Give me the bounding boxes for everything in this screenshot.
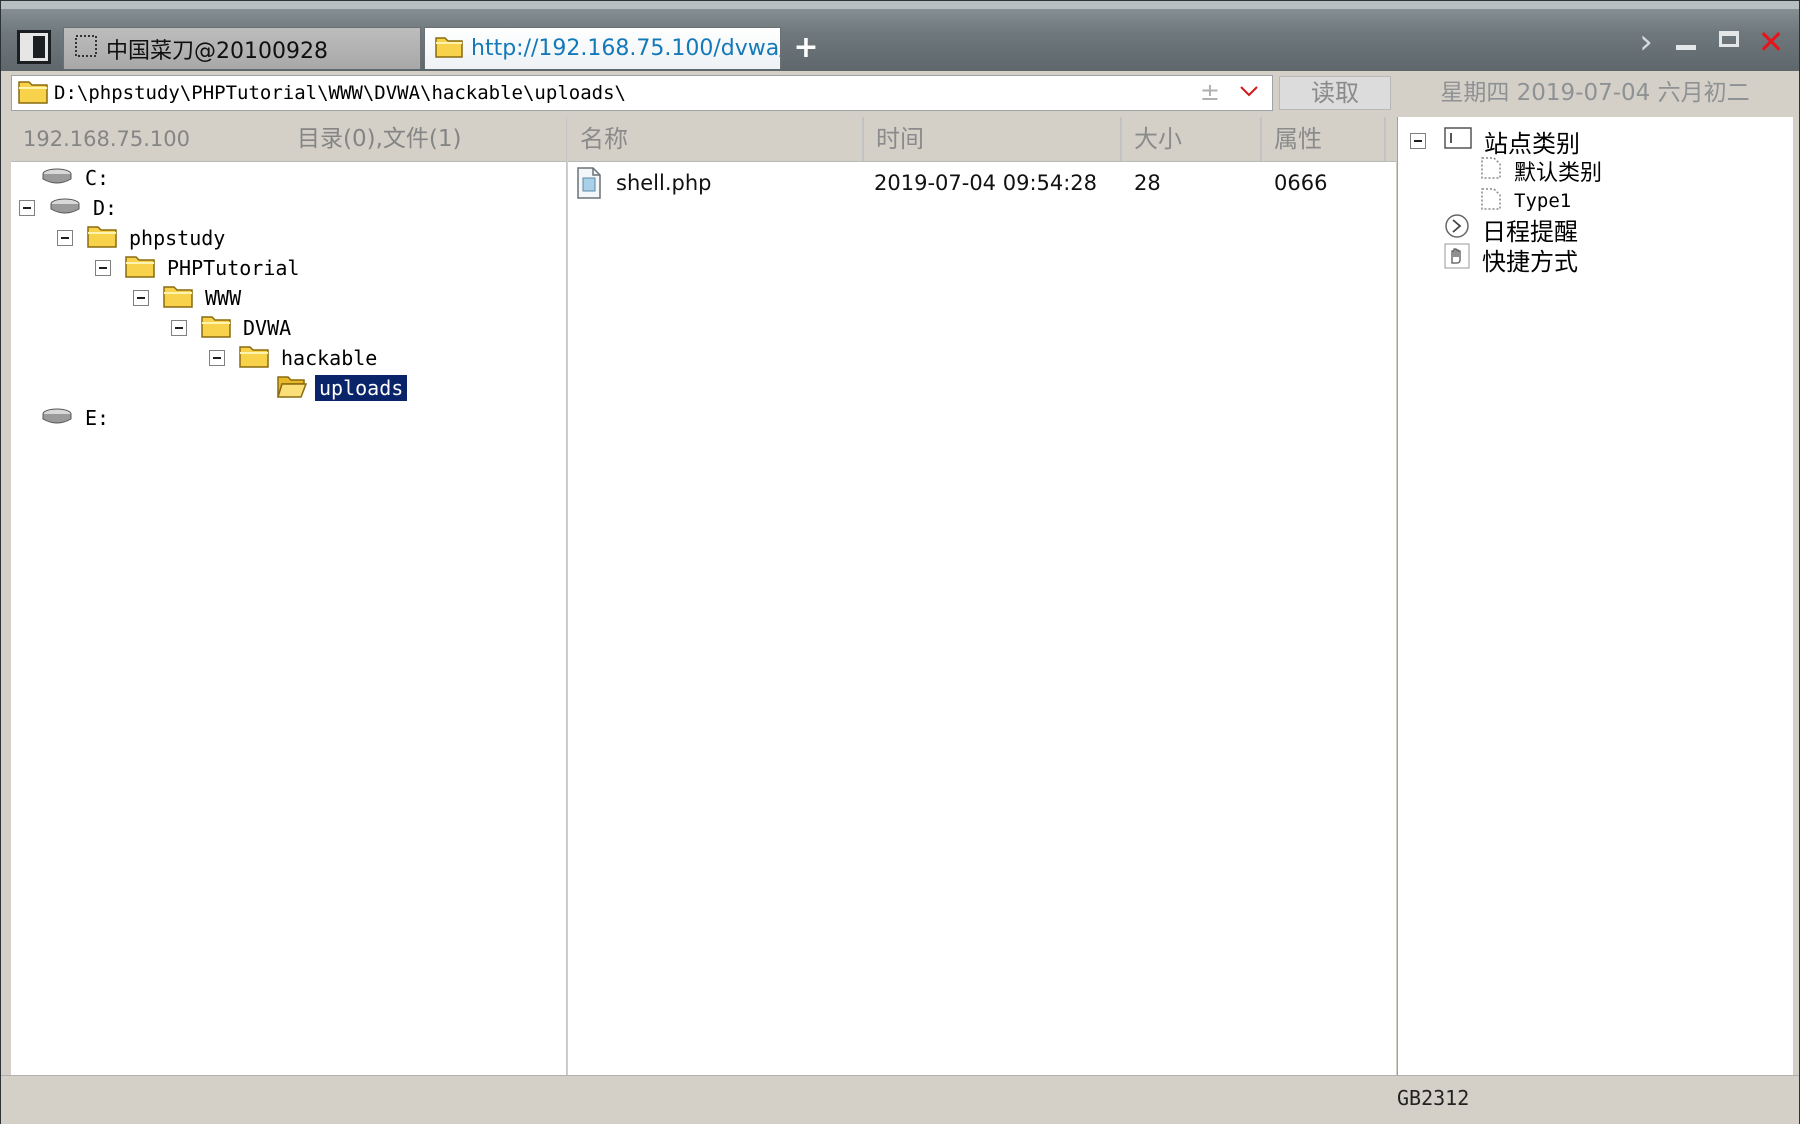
tree-label: 默认类别 [1514,161,1603,186]
tree-label: 站点类别 [1484,129,1580,158]
title-strip [1,1,1799,9]
file-time: 2019-07-04 09:54:28 [874,171,1098,195]
chevron-down-icon[interactable] [1238,80,1260,102]
tree-node-www[interactable]: WWW [133,283,245,313]
tree-node-c[interactable]: C: [41,163,113,193]
column-header-name[interactable]: 名称 [568,117,864,161]
file-name: shell.php [616,171,712,195]
file-list-pane: 名称 时间 大小 属性 shell.php 2019-07-04 09:54:2… [568,117,1396,1075]
tree-label: Type1 [1514,190,1572,212]
folder-icon [239,344,269,373]
collapse-icon[interactable] [57,230,73,246]
dir-file-count: 目录(0),文件(1) [297,126,462,152]
tree-node-d[interactable]: D: [19,193,121,223]
folder-icon [87,224,117,253]
tree-label: C: [85,166,110,190]
file-size: 28 [1134,171,1161,195]
tree-label: hackable [281,346,378,370]
minimize-icon[interactable] [1667,25,1703,61]
tab-remote-files[interactable]: http://192.168.75.100/dvwa/... [424,27,781,69]
tree-label: DVWA [243,316,292,340]
column-header-attr[interactable]: 属性 [1262,117,1386,161]
forward-icon[interactable]: › [1631,25,1661,61]
path-input[interactable]: D:\phpstudy\PHPTutorial\WWW\DVWA\hackabl… [11,75,1273,111]
directory-pane: 192.168.75.100 目录(0),文件(1) C: D: phpstud… [11,117,567,1075]
schedule-node[interactable]: 日程提醒 [1444,213,1578,246]
directory-header: 192.168.75.100 目录(0),文件(1) [11,117,566,162]
default-category-node[interactable]: 默认类别 [1480,155,1602,187]
tree-label: 快捷方式 [1482,247,1578,276]
collapse-icon[interactable] [171,320,187,336]
tree-node-hackable[interactable]: hackable [209,343,381,373]
read-button[interactable]: 读取 [1279,76,1391,110]
app-window: 中国菜刀@20100928 http://192.168.75.100/dvwa… [0,0,1800,1124]
sidebar-toggle-icon[interactable] [17,30,51,64]
category-icon [1444,126,1472,156]
tree-node-e[interactable]: E: [41,403,113,433]
site-category-node[interactable]: 站点类别 [1410,125,1580,158]
open-folder-icon [276,374,308,403]
tree-node-uploads[interactable]: uploads [276,373,409,403]
file-list-header: 名称 时间 大小 属性 [568,117,1396,162]
drive-icon [49,196,81,221]
tree-node-phpstudy[interactable]: phpstudy [57,223,229,253]
site-pane: 站点类别 默认类别 Type1 日程提醒 快捷方式 [1397,117,1793,1075]
tab-label: http://192.168.75.100/dvwa/... [471,36,781,61]
tab-label: 中国菜刀@20100928 [106,38,328,64]
tree-label: phpstudy [129,226,226,250]
folder-icon [125,254,155,283]
encoding-label[interactable]: GB2312 [1397,1086,1469,1110]
add-tab-button[interactable]: + [791,31,821,65]
column-header-size[interactable]: 大小 [1122,117,1262,161]
tree-node-phptutorial[interactable]: PHPTutorial [95,253,303,283]
file-attr: 0666 [1274,171,1328,195]
host-label: 192.168.75.100 [23,127,190,151]
dotted-square-icon [74,34,98,64]
folder-icon [163,284,193,313]
close-icon[interactable]: ✕ [1753,25,1789,61]
clock-icon [1444,213,1470,245]
hand-icon [1444,243,1470,275]
shortcuts-node[interactable]: 快捷方式 [1444,243,1578,276]
collapse-icon[interactable] [1410,133,1426,149]
collapse-icon[interactable] [19,200,35,216]
plus-minus-icon[interactable]: ± [1200,78,1220,106]
folder-icon [201,314,231,343]
tree-label: WWW [205,286,242,310]
tree-label: uploads [313,374,409,402]
tab-bar: 中国菜刀@20100928 http://192.168.75.100/dvwa… [1,1,1799,71]
collapse-icon[interactable] [209,350,225,366]
tree-node-dvwa[interactable]: DVWA [171,313,295,343]
column-header-time[interactable]: 时间 [864,117,1122,161]
table-row[interactable]: shell.php 2019-07-04 09:54:28 28 0666 [568,165,1396,201]
path-text: D:\phpstudy\PHPTutorial\WWW\DVWA\hackabl… [54,82,626,104]
php-file-icon [576,167,602,203]
drive-icon [41,166,73,191]
tree-label: PHPTutorial [167,256,300,280]
date-display: 星期四 2019-07-04 六月初二 [1440,80,1750,106]
tree-label: D: [93,196,118,220]
tab-chopper-home[interactable]: 中国菜刀@20100928 [63,27,421,69]
status-bar: GB2312 [1,1075,1799,1124]
drive-icon [41,406,73,431]
tree-label: E: [85,406,110,430]
collapse-icon[interactable] [133,290,149,306]
maximize-icon[interactable] [1713,25,1749,61]
dotted-page-icon [1480,156,1502,186]
collapse-icon[interactable] [95,260,111,276]
folder-icon [435,34,463,64]
folder-icon [18,78,48,108]
